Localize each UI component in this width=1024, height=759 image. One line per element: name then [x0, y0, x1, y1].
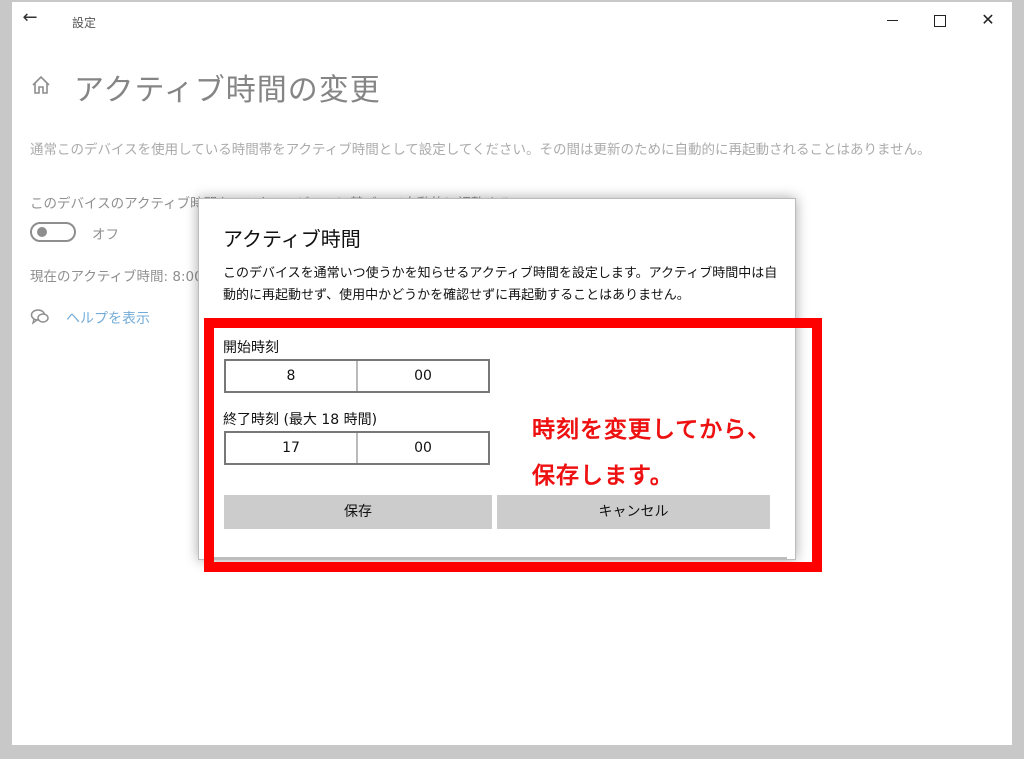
dialog-title: アクティブ時間 — [223, 227, 361, 251]
app-title: 設定 — [72, 16, 97, 30]
help-chat-icon — [30, 309, 49, 325]
home-icon[interactable] — [30, 74, 52, 96]
toggle-knob — [37, 227, 47, 237]
close-button[interactable]: ✕ — [968, 6, 1008, 34]
back-arrow-icon[interactable]: ← — [18, 6, 42, 30]
maximize-icon — [934, 14, 946, 27]
help-link[interactable]: ヘルプを表示 — [66, 308, 150, 328]
dialog-description: このデバイスを通常いつ使うかを知らせるアクティブ時間を設定します。アクティブ時間… — [223, 266, 778, 303]
auto-adjust-toggle[interactable] — [30, 222, 76, 242]
minimize-button[interactable] — [872, 6, 912, 34]
annotation-text-line-1: 時刻を変更してから、 — [532, 417, 772, 443]
title-bar: ← 設定 ✕ — [12, 2, 1012, 40]
minimize-icon — [886, 20, 898, 21]
page-description: 通常このデバイスを使用している時間帯をアクティブ時間として設定してください。その… — [30, 142, 931, 158]
toggle-state-label: オフ — [92, 227, 119, 243]
annotation-highlight-frame — [204, 318, 822, 572]
page-title: アクティブ時間の変更 — [74, 73, 381, 108]
current-active-hours: 現在のアクティブ時間: 8:00 か — [30, 269, 221, 285]
annotation-text-line-2: 保存します。 — [532, 463, 674, 489]
maximize-button[interactable] — [920, 6, 960, 34]
close-icon: ✕ — [981, 10, 995, 29]
